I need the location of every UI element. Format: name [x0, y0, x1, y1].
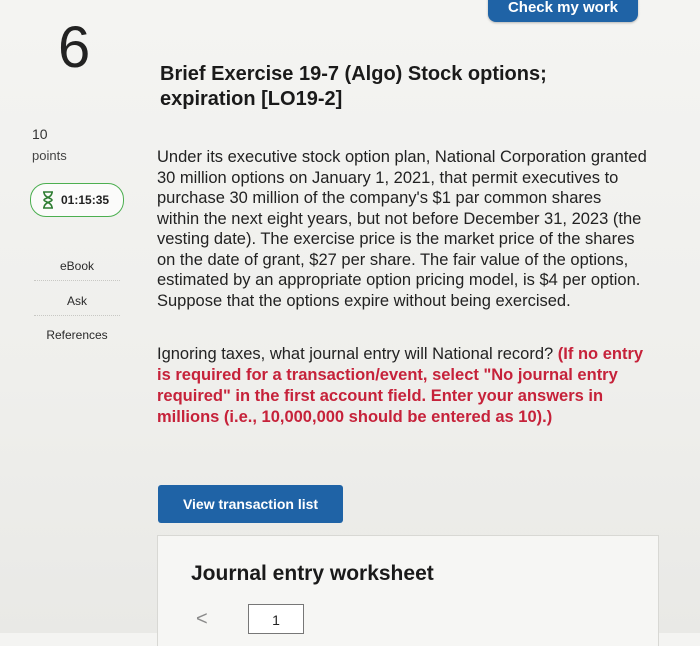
- check-my-work-button[interactable]: Check my work: [488, 0, 638, 22]
- ask-link[interactable]: Ask: [34, 287, 120, 316]
- journal-entry-worksheet: Journal entry worksheet < 1: [157, 535, 659, 646]
- question-title-line2: expiration [LO19-2]: [160, 88, 343, 110]
- worksheet-page-number[interactable]: 1: [248, 604, 304, 634]
- timer-value: 01:15:35: [61, 193, 110, 207]
- points-label: points: [32, 148, 67, 163]
- question-body: Under its executive stock option plan, N…: [157, 148, 647, 310]
- question-title-line1: Brief Exercise 19-7 (Algo) Stock options…: [160, 63, 547, 85]
- ebook-link[interactable]: eBook: [34, 252, 120, 281]
- question-prompt: Ignoring taxes, what journal entry will …: [157, 344, 657, 428]
- question-title: Brief Exercise 19-7 (Algo) Stock options…: [160, 62, 600, 112]
- points-value: 10: [32, 126, 48, 142]
- previous-arrow-icon[interactable]: <: [196, 608, 208, 631]
- worksheet-title: Journal entry worksheet: [191, 562, 434, 585]
- hourglass-icon: [43, 191, 53, 209]
- prompt-text: Ignoring taxes, what journal entry will …: [157, 345, 554, 363]
- timer[interactable]: 01:15:35: [30, 183, 124, 217]
- question-number: 6: [58, 15, 91, 80]
- view-transaction-list-button[interactable]: View transaction list: [158, 485, 343, 523]
- references-link[interactable]: References: [34, 321, 120, 349]
